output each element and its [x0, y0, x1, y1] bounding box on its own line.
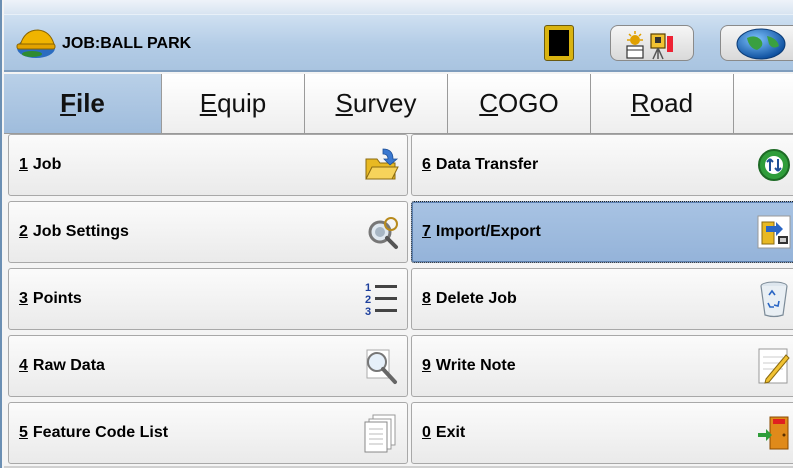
title-bar: JOB:BALL PARK: [4, 14, 793, 72]
menu-item-number: 7: [422, 223, 431, 240]
survey-instrument-icon: [626, 31, 673, 60]
svg-text:1: 1: [365, 282, 371, 294]
menu-item-points[interactable]: 3 Points 1 2 3: [8, 268, 408, 330]
pages-icon: [364, 414, 396, 453]
menu-item-exit[interactable]: 0 Exit: [411, 402, 793, 464]
menu-item-label: Job: [32, 156, 62, 173]
job-title: JOB:BALL PARK: [62, 35, 192, 52]
recycle-bin-icon: [760, 281, 788, 318]
survey-instrument-button[interactable]: [610, 25, 694, 61]
menu-item-number: 2: [19, 223, 28, 240]
menu-item-label: Delete Job: [435, 290, 517, 307]
menu-item-label: Write Note: [435, 357, 516, 374]
job-settings-icon: [368, 217, 398, 249]
menu-item-write-note[interactable]: 9 Write Note: [411, 335, 793, 397]
exit-door-icon: [758, 416, 789, 450]
menu-item-job-settings[interactable]: 2 Job Settings: [8, 201, 408, 263]
globe-icon: [736, 28, 786, 60]
app-window: JOB:BALL PARK F ile E quip S urvey C OGO…: [0, 0, 793, 468]
menu-item-label: Job Settings: [32, 223, 129, 240]
numbered-list-icon: 1 2 3: [365, 282, 397, 318]
write-note-icon: [758, 348, 790, 384]
hardhat-logo-icon[interactable]: [14, 26, 58, 60]
menu-item-label: Data Transfer: [435, 156, 539, 173]
svg-text:2: 2: [365, 294, 371, 306]
menu-item-feature-code-list[interactable]: 5 Feature Code List: [8, 402, 408, 464]
main-tabs: File Equip Survey C OGO Road: [4, 74, 793, 134]
globe-button[interactable]: [720, 25, 793, 61]
menu-item-number: 6: [422, 156, 431, 173]
folder-open-icon: [365, 148, 399, 180]
battery-icon[interactable]: [544, 25, 574, 61]
menu-item-label: Points: [32, 290, 82, 307]
menu-item-label: Feature Code List: [32, 424, 169, 441]
svg-text:3: 3: [365, 306, 371, 318]
menu-item-raw-data[interactable]: 4 Raw Data: [8, 335, 408, 397]
menu-item-number: 3: [19, 290, 28, 307]
tab-file[interactable]: File: [4, 74, 162, 133]
menu-item-import-export[interactable]: 7 Import/Export: [411, 201, 793, 263]
menu-item-number: 4: [19, 357, 28, 374]
data-transfer-icon: [758, 149, 790, 181]
menu-item-label: Exit: [435, 424, 466, 441]
magnifier-icon: [366, 349, 397, 384]
tab-equip[interactable]: Equip: [162, 74, 305, 133]
menu-item-label: Import/Export: [435, 223, 541, 240]
tab-survey[interactable]: Survey: [305, 74, 448, 133]
top-strip: [4, 0, 793, 14]
tab-overflow: [734, 74, 793, 133]
menu-item-job[interactable]: 1 Job: [8, 134, 408, 196]
menu-item-number: 8: [422, 290, 431, 307]
menu-item-number: 1: [19, 156, 28, 173]
menu-grid: 1 Job 2 Job Settings 3 Points 1 2 3 4 Ra…: [8, 134, 793, 468]
tab-road[interactable]: Road: [591, 74, 734, 133]
menu-item-number: 9: [422, 357, 431, 374]
menu-item-label: Raw Data: [32, 357, 105, 374]
menu-item-delete-job[interactable]: 8 Delete Job: [411, 268, 793, 330]
tab-cogo[interactable]: C OGO: [448, 74, 591, 133]
menu-item-data-transfer[interactable]: 6 Data Transfer: [411, 134, 793, 196]
menu-item-number: 0: [422, 424, 431, 441]
menu-item-number: 5: [19, 424, 28, 441]
import-export-icon: [757, 215, 791, 249]
